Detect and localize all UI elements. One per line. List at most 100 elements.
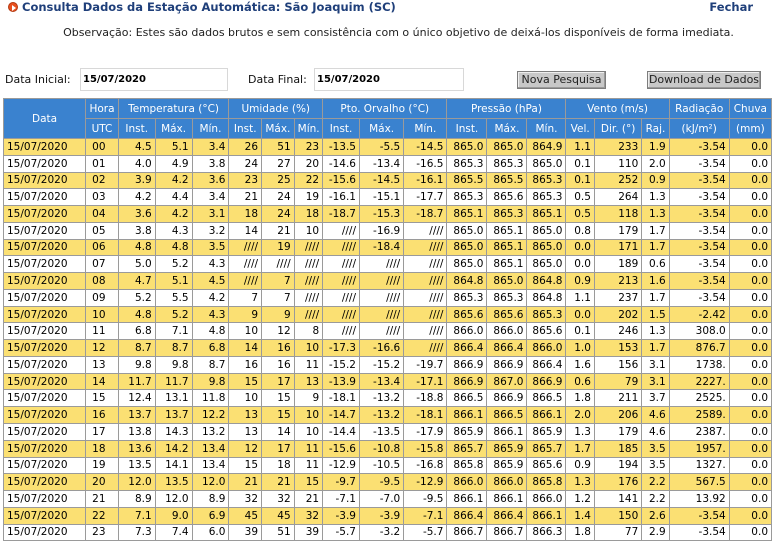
cell-dew-inst: -18.1 bbox=[322, 389, 360, 408]
cell-rain: 0.0 bbox=[728, 523, 773, 542]
cell-dew-max: -13.2 bbox=[358, 389, 405, 408]
cell-hum-min: 39 bbox=[293, 523, 324, 542]
cell-wind-dir: 77 bbox=[593, 523, 643, 542]
cell-hum-inst: 21 bbox=[228, 473, 263, 492]
cell-hum-min: 22 bbox=[293, 171, 324, 190]
cell-dew-min: //// bbox=[403, 272, 448, 290]
cell-press-min: 866.3 bbox=[526, 523, 567, 542]
cell-press-inst: 865.6 bbox=[446, 305, 488, 324]
cell-hum-inst: //// bbox=[228, 255, 263, 274]
cell-wind-gust: 2.0 bbox=[641, 154, 670, 173]
cell-hum-max: 19 bbox=[261, 238, 295, 257]
cell-press-max: 865.3 bbox=[486, 154, 528, 173]
cell-hum-min: //// bbox=[293, 255, 324, 274]
cell-wind-gust: 3.1 bbox=[641, 372, 670, 391]
cell-hum-min: //// bbox=[293, 272, 324, 290]
cell-temp-max: 8.7 bbox=[154, 339, 193, 357]
cell-rain: 0.0 bbox=[728, 272, 773, 290]
cell-dew-inst: -9.7 bbox=[322, 473, 360, 492]
cell-wind-vel: 1.3 bbox=[565, 423, 595, 441]
cell-rain: 0.0 bbox=[728, 171, 773, 190]
cell-press-min: 864.9 bbox=[526, 138, 567, 156]
cell-press-max: 865.1 bbox=[486, 255, 528, 274]
cell-rain: 0.0 bbox=[728, 372, 773, 391]
cell-press-inst: 865.0 bbox=[446, 238, 488, 257]
cell-temp-max: 4.2 bbox=[154, 205, 193, 223]
page-title: Consulta Dados da Estação Automática: Sã… bbox=[22, 0, 396, 14]
cell-wind-dir: 150 bbox=[593, 506, 643, 525]
cell-temp-inst: 4.2 bbox=[117, 188, 156, 207]
cell-wind-vel: 0.1 bbox=[565, 154, 595, 173]
cell-temp-max: 4.8 bbox=[154, 238, 193, 257]
cell-radiation: -3.54 bbox=[668, 221, 730, 240]
cell-dew-min: -17.1 bbox=[403, 372, 448, 391]
table-row: 15/07/2020 21 8.9 12.0 8.9 32 32 21 -7.1 -7.0 -9.5… bbox=[2, 490, 773, 508]
cell-rain: 0.0 bbox=[728, 238, 773, 257]
end-date-label: Data Final: bbox=[248, 73, 307, 86]
cell-hum-inst: 10 bbox=[228, 389, 263, 408]
start-date-input[interactable] bbox=[80, 68, 228, 91]
cell-dew-inst: -14.4 bbox=[322, 423, 360, 441]
cell-press-min: 866.5 bbox=[526, 389, 567, 408]
cell-press-inst: 865.3 bbox=[446, 288, 488, 307]
close-link[interactable]: Fechar bbox=[709, 0, 753, 14]
cell-temp-inst: 6.8 bbox=[117, 322, 156, 341]
cell-hum-inst: 12 bbox=[228, 439, 263, 458]
cell-hum-max: 16 bbox=[261, 355, 295, 374]
cell-dew-inst: //// bbox=[322, 238, 360, 257]
cell-press-max: 865.6 bbox=[486, 188, 528, 207]
new-search-button[interactable]: Nova Pesquisa bbox=[517, 71, 606, 89]
cell-temp-min: 6.9 bbox=[191, 506, 230, 525]
cell-date: 15/07/2020 bbox=[2, 473, 87, 492]
cell-wind-vel: 0.1 bbox=[565, 171, 595, 190]
cell-wind-vel: 1.7 bbox=[565, 439, 595, 458]
cell-hum-inst: 21 bbox=[228, 188, 263, 207]
cell-wind-vel: 1.1 bbox=[565, 138, 595, 156]
cell-hum-min: 11 bbox=[293, 439, 324, 458]
col-header-hour: Hora bbox=[85, 98, 119, 119]
cell-press-inst: 865.5 bbox=[446, 171, 488, 190]
cell-press-min: 864.8 bbox=[526, 272, 567, 290]
table-row: 15/07/2020 06 4.8 4.8 3.5////19////////-18.4… bbox=[2, 238, 773, 257]
cell-hum-inst: 18 bbox=[228, 205, 263, 223]
cell-temp-min: 13.4 bbox=[191, 439, 230, 458]
cell-wind-gust: 0.6 bbox=[641, 255, 670, 274]
cell-rain: 0.0 bbox=[728, 490, 773, 508]
cell-hour: 10 bbox=[85, 305, 119, 324]
cell-hum-max: 21 bbox=[261, 473, 295, 492]
cell-wind-vel: 1.0 bbox=[565, 339, 595, 357]
cell-hour: 09 bbox=[85, 288, 119, 307]
cell-temp-min: 3.6 bbox=[191, 171, 230, 190]
table-row: 15/07/2020 04 3.6 4.2 3.1 18 24 18 -18.7 -15.3 -18… bbox=[2, 205, 773, 223]
cell-hour: 08 bbox=[85, 272, 119, 290]
cell-date: 15/07/2020 bbox=[2, 138, 87, 156]
filter-bar: Data Inicial: Data Final: Nova Pesquisa … bbox=[0, 68, 777, 92]
cell-rain: 0.0 bbox=[728, 305, 773, 324]
cell-wind-vel: 0.9 bbox=[565, 272, 595, 290]
cell-wind-dir: 237 bbox=[593, 288, 643, 307]
cell-wind-vel: 0.5 bbox=[565, 188, 595, 207]
cell-temp-min: 9.8 bbox=[191, 372, 230, 391]
cell-press-inst: 866.0 bbox=[446, 473, 488, 492]
cell-hum-max: 15 bbox=[261, 406, 295, 425]
cell-wind-gust: 3.1 bbox=[641, 355, 670, 374]
subheader-wind-vel: Vel. bbox=[565, 118, 595, 139]
cell-hum-max: 25 bbox=[261, 171, 295, 190]
cell-temp-max: 4.3 bbox=[154, 221, 193, 240]
cell-hour: 03 bbox=[85, 188, 119, 207]
cell-press-min: 865.7 bbox=[526, 439, 567, 458]
table-row: 15/07/2020 15 12.4 13.1 11.8 10 15 9 -18.1 -13.2-… bbox=[2, 389, 773, 408]
download-data-button[interactable]: Download de Dados bbox=[647, 71, 761, 89]
cell-hum-inst: 7 bbox=[228, 288, 263, 307]
subheader-temp-min: Mín. bbox=[191, 118, 230, 139]
cell-radiation: -3.54 bbox=[668, 523, 730, 542]
end-date-input[interactable] bbox=[314, 68, 464, 91]
cell-rain: 0.0 bbox=[728, 423, 773, 441]
cell-hour: 22 bbox=[85, 506, 119, 525]
cell-wind-gust: 2.2 bbox=[641, 490, 670, 508]
cell-rain: 0.0 bbox=[728, 439, 773, 458]
cell-radiation: 1957. bbox=[668, 439, 730, 458]
cell-date: 15/07/2020 bbox=[2, 288, 87, 307]
cell-press-min: 866.0 bbox=[526, 490, 567, 508]
cell-date: 15/07/2020 bbox=[2, 523, 87, 542]
